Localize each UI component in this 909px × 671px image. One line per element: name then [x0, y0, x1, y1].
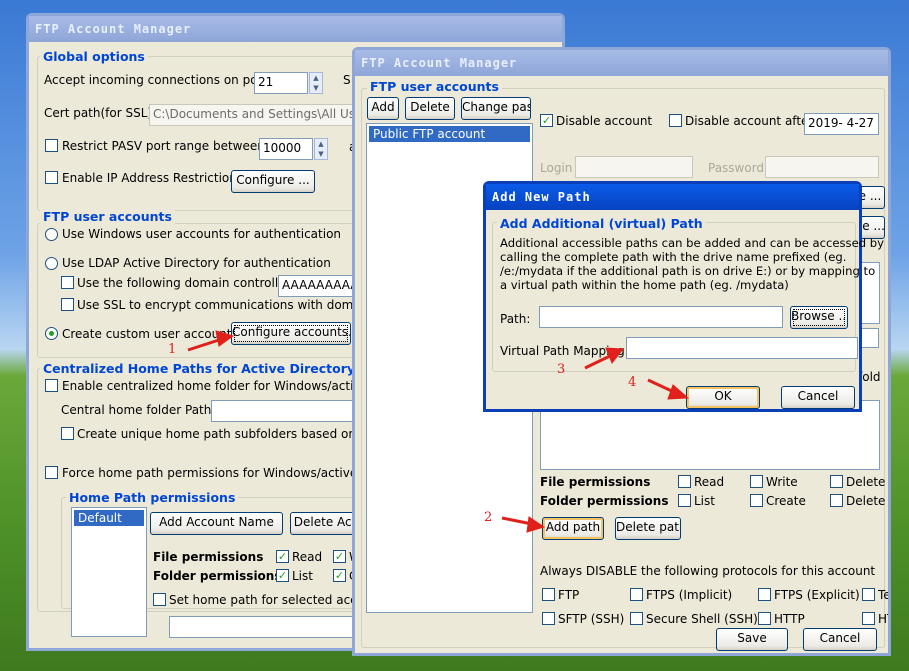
annotation-arrows — [187, 330, 690, 533]
annotation-3: 3 — [557, 362, 566, 377]
annotation-2: 2 — [484, 510, 493, 525]
arrow-1-head — [215, 330, 235, 347]
annotation-4: 4 — [628, 375, 637, 390]
arrow-3-line — [584, 353, 613, 370]
arrow-4-head — [667, 384, 690, 400]
annotation-1: 1 — [168, 342, 177, 357]
arrow-3-head — [605, 347, 624, 364]
arrow-1-line — [187, 337, 223, 352]
arrow-2-head — [526, 516, 546, 533]
arrow-2-line — [501, 516, 533, 526]
